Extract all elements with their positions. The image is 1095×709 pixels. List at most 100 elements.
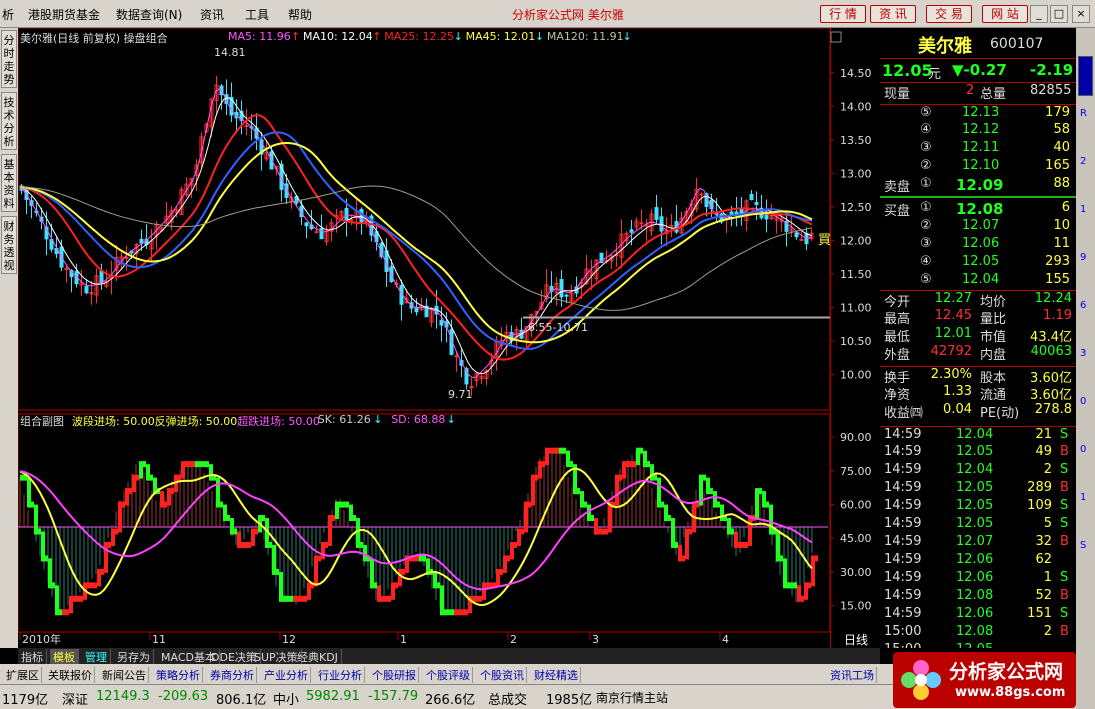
side-marker: 0 [1080,444,1087,455]
menu-item-tools[interactable]: 工具 [245,6,269,23]
stock-code: 600107 [990,36,1044,52]
extension-tab[interactable]: 券商分析 [208,667,257,683]
step-signal-riser [335,504,339,520]
extension-tab[interactable]: 个股资讯 [478,667,527,683]
indicator-tab[interactable]: 另存为 [114,649,154,665]
extension-tab[interactable]: 新闻公告 [100,667,149,683]
step-signal-riser [181,464,185,479]
step-signal-riser [118,504,122,533]
step-signal-riser [153,477,157,493]
step-signal-riser [503,558,507,573]
tick-direction: B [1060,588,1069,603]
tick-time: 14:59 [884,427,922,442]
ma-trend-arrow-icon: ↓ [622,30,632,43]
step-signal-riser [741,544,745,546]
step-signal-riser [209,464,213,479]
extension-tab[interactable]: 财经精选 [532,667,581,683]
bid-price: 12.05 [962,254,1000,269]
quote-row: 14:59 12.05 289 B [880,480,1076,498]
extension-tab[interactable]: 行业分析 [316,667,365,683]
side-panel-icon[interactable] [1078,56,1093,96]
news-button[interactable]: 资 讯 [870,5,916,23]
tick-volume: 151 [1027,606,1052,621]
extension-tab[interactable]: 产业分析 [262,667,311,683]
website-button[interactable]: 网 站 [982,5,1028,23]
quote-row: 收益㈣ 0.04 PE(动) 278.8 [880,402,1076,421]
bid-price: 12.04 [962,272,1000,287]
close-icon[interactable]: × [1072,5,1090,23]
stat-label: 收益㈣ [884,406,924,421]
ask-price: 12.13 [962,105,1000,120]
chart-corner-icon[interactable] [830,31,842,43]
extension-tab[interactable]: 策略分析 [154,667,203,683]
indicator-tab[interactable]: 模板 [50,649,79,665]
high-price-annotation: 14.81 [214,46,246,59]
menu-item-xi[interactable]: 析 [2,6,14,23]
tick-volume: 49 [1035,444,1052,459]
stat-label: 内盘 [980,348,1007,363]
extension-tab[interactable]: 扩展区 [4,667,42,683]
kline-chart[interactable]: 14.50 14.00 13.50 13.00 12.50 12.00 11.50 11.00… [18,28,880,648]
bid-volume: 11 [1053,236,1070,251]
extension-tab[interactable]: 个股研报 [370,667,419,683]
minimize-icon[interactable]: _ [1030,5,1048,23]
step-signal-riser [132,477,136,493]
quote-button[interactable]: 行 情 [820,5,866,23]
maximize-icon[interactable]: □ [1050,5,1068,23]
sub-tick-label: 15.00 [840,600,872,613]
extension-tab[interactable]: 个股评级 [424,667,473,683]
candle-body [139,238,144,244]
menu-item-news[interactable]: 资讯 [200,6,224,23]
quote-row: 14:59 12.08 52 B [880,588,1076,606]
menu-item-hk-futures[interactable]: 港股期货基金 [28,6,100,23]
sub-indicator-item: SD: 68.88 [391,413,446,426]
step-signal-riser [664,504,668,520]
total-volume: 82855 [1030,83,1072,98]
step-signal-riser [90,585,94,587]
bid-level: ⑤ [920,272,932,287]
step-signal-riser [125,491,129,506]
step-signal-riser [244,544,248,546]
right-scroll-bar[interactable]: R 2 1 9 6 3 0 0 1 S [1076,28,1095,709]
tab-financial[interactable]: 财务透视 [1,216,17,274]
candle-body [559,279,564,298]
zx-amount: 266.6亿 [425,693,476,708]
side-marker: R [1080,108,1087,119]
stat-value: 12.01 [934,326,972,341]
volume-now-label: 现量 [884,87,911,102]
step-signal-riser [790,585,794,587]
server-station[interactable]: 南京行情主站 [596,689,668,706]
step-signal-riser [643,450,647,466]
tick-price: 12.08 [956,588,994,603]
tick-time: 14:59 [884,606,922,621]
tab-technical[interactable]: 技术分析 [1,92,17,150]
indicator-tab[interactable]: 指标 [18,649,47,665]
indicator-tab[interactable]: 经典KDJ [294,649,342,665]
indicator-tab[interactable]: 管理 [82,649,111,665]
step-signal-riser [608,504,612,533]
sub-tick-label: 75.00 [840,465,872,478]
step-signal-riser [195,464,199,466]
bid-volume: 293 [1045,254,1070,269]
menu-item-data-query[interactable]: 数据查询(N) [116,6,182,23]
tab-fundamental[interactable]: 基本资料 [1,154,17,212]
tick-price: 12.06 [956,570,994,585]
period-label[interactable]: 日线 [844,631,868,648]
step-signal-riser [615,477,619,506]
tab-intraday[interactable]: 分时走势 [1,30,17,88]
ask-volume: 165 [1045,158,1070,173]
extension-tab[interactable]: 关联报价 [46,667,95,683]
candle-body [304,222,309,227]
trade-button[interactable]: 交 易 [926,5,972,23]
menu-item-help[interactable]: 帮助 [288,6,312,23]
extension-tab[interactable]: 资讯工场 [828,667,877,683]
quote-row: 现量 2 总量 82855 [880,82,1076,102]
step-signal-riser [804,585,808,600]
step-signal-riser [475,598,479,600]
step-signal-riser [783,558,787,587]
step-signal-riser [713,491,717,506]
tick-volume: 21 [1035,427,1052,442]
ma-legend-item: MA120: 11.91 [546,30,624,43]
step-signal-riser [76,598,80,600]
tick-direction: B [1060,534,1069,549]
